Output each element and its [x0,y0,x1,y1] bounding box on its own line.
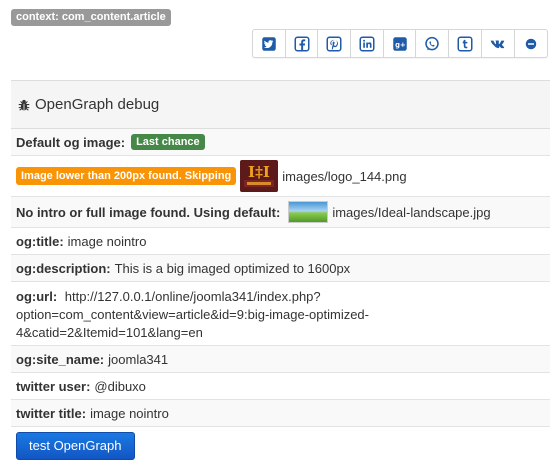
og-url-line-1: http://127.0.0.1/online/joomla341/index.… [64,289,321,304]
og-description-value: This is a big imaged optimized to 1600px [114,260,351,276]
og-url-line-2: option=com_content&view=article&id=9:big… [16,307,369,322]
warning-badge: Image lower than 200px found. Skipping [16,167,237,185]
og-url-line-3: 4&catid=2&Itemid=101&lang=en [16,325,203,340]
og-site-name-row: og:site_name: joomla341 [11,346,550,373]
vk-icon [490,39,504,48]
share-linkedin-button[interactable] [351,30,384,57]
default-og-image-row: Default og image: Last chance [11,129,550,156]
landscape-thumbnail [288,201,329,223]
twitter-icon [262,36,276,51]
default-image-row: No intro or full image found. Using defa… [11,197,550,228]
share-google-plus-button[interactable]: g+ [384,30,417,57]
og-title-label: og:title: [16,233,64,249]
share-button-bar: g+ [252,29,549,58]
pinterest-icon [326,36,342,51]
twitter-title-value: image nointro [90,405,169,421]
og-title-row: og:title: image nointro [11,228,550,255]
og-url-row: og:url: http://127.0.0.1/online/joomla34… [11,282,550,346]
logo-filename: images/logo_144.png [282,168,407,184]
context-label: context: com_content.article [11,9,171,26]
test-button-row: test OpenGraph [11,427,550,464]
tumblr-icon [457,36,473,51]
skipped-image-row: Image lower than 200px found. Skipping I… [11,156,550,197]
google-plus-icon: g+ [392,36,407,51]
linkedin-icon [359,36,375,51]
logo-image: I‡I [240,160,279,192]
share-facebook-button[interactable] [286,30,319,57]
default-og-image-label: Default og image: [16,134,126,150]
og-description-row: og:description: This is a big imaged opt… [11,255,550,282]
no-intro-label: No intro or full image found. Using defa… [16,204,281,220]
whatsapp-icon [425,36,440,50]
share-vk-button[interactable] [482,30,515,57]
last-chance-badge: Last chance [131,134,205,150]
panel-header: OpenGraph debug [11,81,550,129]
og-site-name-value: joomla341 [108,351,169,367]
bug-icon [18,99,30,111]
landscape-filename: images/Ideal-landscape.jpg [332,204,491,220]
share-pinterest-button[interactable] [318,30,352,57]
twitter-user-label: twitter user: [16,378,91,394]
panel-title: OpenGraph debug [35,95,160,113]
svg-text:I‡I: I‡I [248,163,270,181]
og-url-label: og:url: [16,289,58,304]
facebook-icon [294,36,310,51]
og-site-name-label: og:site_name: [16,351,105,367]
minus-icon [525,38,537,49]
share-tumblr-button[interactable] [449,30,482,57]
test-opengraph-button[interactable]: test OpenGraph [16,431,135,460]
twitter-user-value: @dibuxo [94,378,146,394]
share-twitter-button[interactable] [253,30,286,57]
og-description-label: og:description: [16,260,111,276]
twitter-user-row: twitter user: @dibuxo [11,373,550,400]
logo-thumbnail: I‡I [240,160,279,192]
twitter-title-label: twitter title: [16,405,87,421]
share-more-button[interactable] [515,30,548,57]
svg-text:g+: g+ [395,41,406,49]
twitter-title-row: twitter title: image nointro [11,400,550,427]
share-whatsapp-button[interactable] [416,30,450,57]
opengraph-debug-panel: OpenGraph debug Default og image: Last c… [11,80,550,464]
og-title-value: image nointro [67,233,147,249]
